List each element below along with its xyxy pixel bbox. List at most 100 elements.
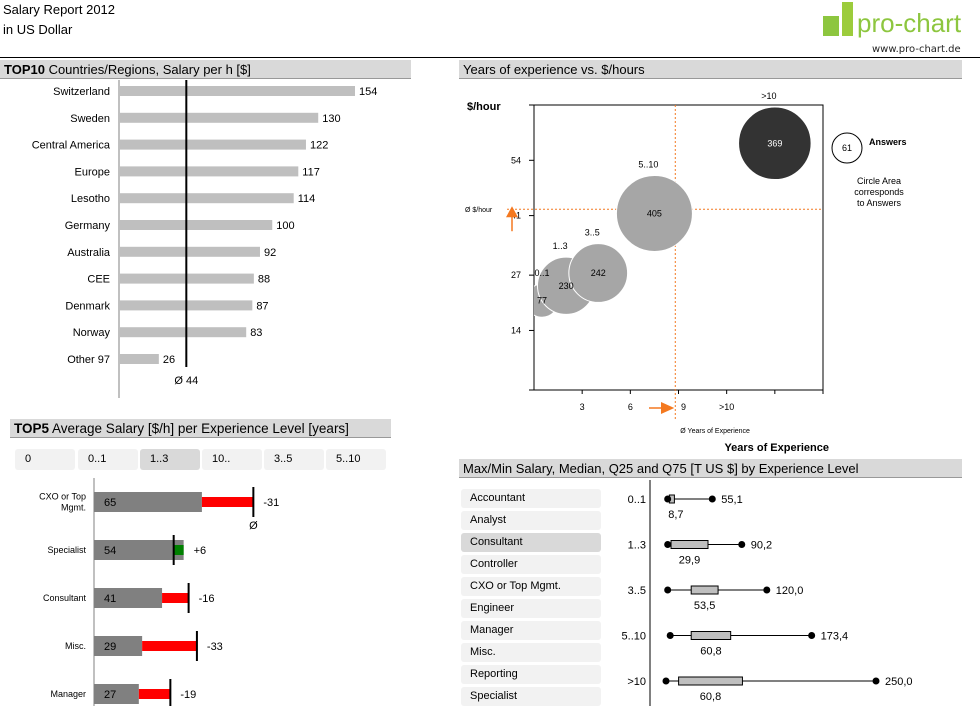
bubble-chart: $/hourYears of Experience54412714369>10Ø… (465, 91, 907, 454)
job-category-button[interactable]: Analyst (461, 511, 601, 530)
boxplot-level-label: >10 (627, 676, 646, 688)
pro-chart-logo: pro-chart (823, 2, 963, 40)
job-category-button[interactable]: Misc. (461, 643, 601, 662)
boxplot-box (678, 676, 743, 686)
top5-header: TOP5 Average Salary [$/h] per Experience… (10, 419, 391, 438)
logo-graphic: pro-chart (823, 2, 962, 38)
bubble-group-label: >10 (761, 91, 776, 101)
boxplot-level-label: 3..5 (628, 585, 646, 597)
boxplot-min-point (666, 632, 674, 639)
top5-bar (94, 636, 143, 656)
top10-value-label: 92 (264, 247, 276, 259)
top5-delta-bar (162, 593, 189, 603)
top10-value-label: 122 (310, 140, 328, 152)
top10-category-label: Denmark (65, 300, 110, 312)
boxplot-level-label: 5..10 (622, 631, 646, 643)
job-category-button[interactable]: Controller (461, 555, 601, 574)
experience-tab[interactable]: 5..10 (326, 449, 386, 470)
bubble-legend-note: Circle Area (857, 176, 901, 186)
job-category-button[interactable]: Reporting (461, 665, 601, 684)
bubble-average-y-label: Ø $/hour (465, 207, 493, 214)
bubble-title: Years of experience vs. $/hours (463, 62, 645, 77)
top5-delta-label: -19 (180, 689, 196, 701)
top10-category-label: Sweden (70, 113, 110, 125)
top10-bar (119, 112, 319, 123)
boxplot-max-label: 173,4 (821, 631, 849, 643)
bubble-group-label: 3..5 (585, 228, 600, 238)
boxplot-level-label: 0..1 (628, 494, 646, 506)
job-category-button[interactable]: Consultant (461, 533, 601, 552)
top5-category-label: Manager (50, 689, 86, 699)
top5-delta-bar (138, 689, 171, 699)
boxplot-max-label: 90,2 (751, 540, 772, 552)
bubble-y-axis-title: $/hour (467, 101, 501, 113)
boxplot-median-label: 60,8 (700, 691, 721, 703)
job-category-button[interactable]: Manager (461, 621, 601, 640)
bubble-answers-label: 230 (559, 281, 574, 291)
boxplot-min-point (662, 677, 670, 685)
bubble-answers-label: 77 (537, 296, 547, 306)
boxplot-max-point (808, 632, 816, 639)
top10-value-label: 83 (250, 327, 262, 339)
job-category-button[interactable]: Engineer (461, 599, 601, 618)
logo-text: pro-chart (857, 8, 962, 38)
top10-category-label: CEE (87, 274, 110, 286)
top10-bar (119, 327, 247, 338)
top10-bar (119, 193, 294, 204)
bubble-answers-label: 405 (647, 208, 662, 218)
boxplot-box (690, 631, 732, 640)
top10-category-label: Germany (65, 220, 111, 232)
top5-chart: CXO or TopMgmt. 65 -31 Ø Specialist 54 +6 Consu… (39, 478, 279, 706)
top5-delta-label: -31 (263, 497, 279, 509)
boxplot-median-label: 29,9 (679, 555, 700, 567)
bubble-x-axis-title: Years of Experience (724, 442, 829, 454)
top5-category-label: CXO or Top (39, 492, 86, 502)
top10-value-label: 114 (298, 193, 316, 205)
top10-bar (119, 354, 159, 364)
boxplot-min-point (664, 586, 672, 594)
experience-tab[interactable]: 0..1 (78, 449, 138, 470)
experience-tab[interactable]: 10.. (202, 449, 262, 470)
top5-value-label: 65 (104, 497, 116, 509)
bubble-y-tick-label: 27 (511, 270, 521, 280)
bubble-group-label: 0..1 (535, 268, 550, 278)
top5-value-label: 29 (104, 641, 116, 653)
bubble-y-tick-label: 14 (511, 325, 521, 335)
job-category-button[interactable]: CXO or Top Mgmt. (461, 577, 601, 596)
top10-bar (119, 246, 260, 257)
boxplot-box (690, 585, 719, 595)
top5-delta-bar (173, 545, 184, 555)
top10-category-label: Switzerland (53, 86, 110, 98)
bubble-legend-label: Answers (869, 137, 907, 147)
top5-value-label: 41 (104, 593, 116, 605)
top10-category-label: Central America (32, 140, 111, 152)
top10-average-label: Ø 44 (174, 375, 198, 387)
top10-category-label: Lesotho (71, 193, 110, 205)
boxplot-min-point (664, 541, 672, 548)
top5-bar (94, 684, 139, 704)
header-divider (0, 57, 980, 58)
boxplot-max-point (763, 586, 771, 594)
logo-bar-2 (842, 2, 853, 36)
top10-bar (119, 139, 306, 150)
experience-tab[interactable]: 1..3 (140, 449, 200, 470)
bubble-legend-value: 61 (842, 143, 852, 153)
top10-title-bold: TOP10 (4, 62, 45, 77)
logo-url[interactable]: www.pro-chart.de (872, 44, 961, 55)
top10-value-label: 117 (302, 166, 320, 178)
bubble-answers-label: 369 (767, 138, 782, 148)
job-category-button[interactable]: Specialist (461, 687, 601, 706)
bubble-x-tick-label: >10 (719, 402, 734, 412)
boxplot-max-label: 55,1 (721, 494, 742, 506)
boxplot-level-label: 1..3 (628, 540, 646, 552)
top5-delta-label: +6 (194, 545, 207, 557)
experience-tab[interactable]: 3..5 (264, 449, 324, 470)
report-title: Salary Report 2012 (3, 2, 116, 17)
logo-bar-1 (823, 16, 839, 36)
boxplot-chart: 0..1 55,1 8,7 1..3 90,2 29,9 3..5 120,0 53,5 5..1… (622, 480, 913, 706)
top5-delta-label: -16 (199, 593, 215, 605)
top5-delta-bar (201, 497, 254, 507)
job-category-button[interactable]: Accountant (461, 489, 601, 508)
experience-tab[interactable]: 0 (15, 449, 75, 470)
top10-category-label: Norway (73, 327, 111, 339)
